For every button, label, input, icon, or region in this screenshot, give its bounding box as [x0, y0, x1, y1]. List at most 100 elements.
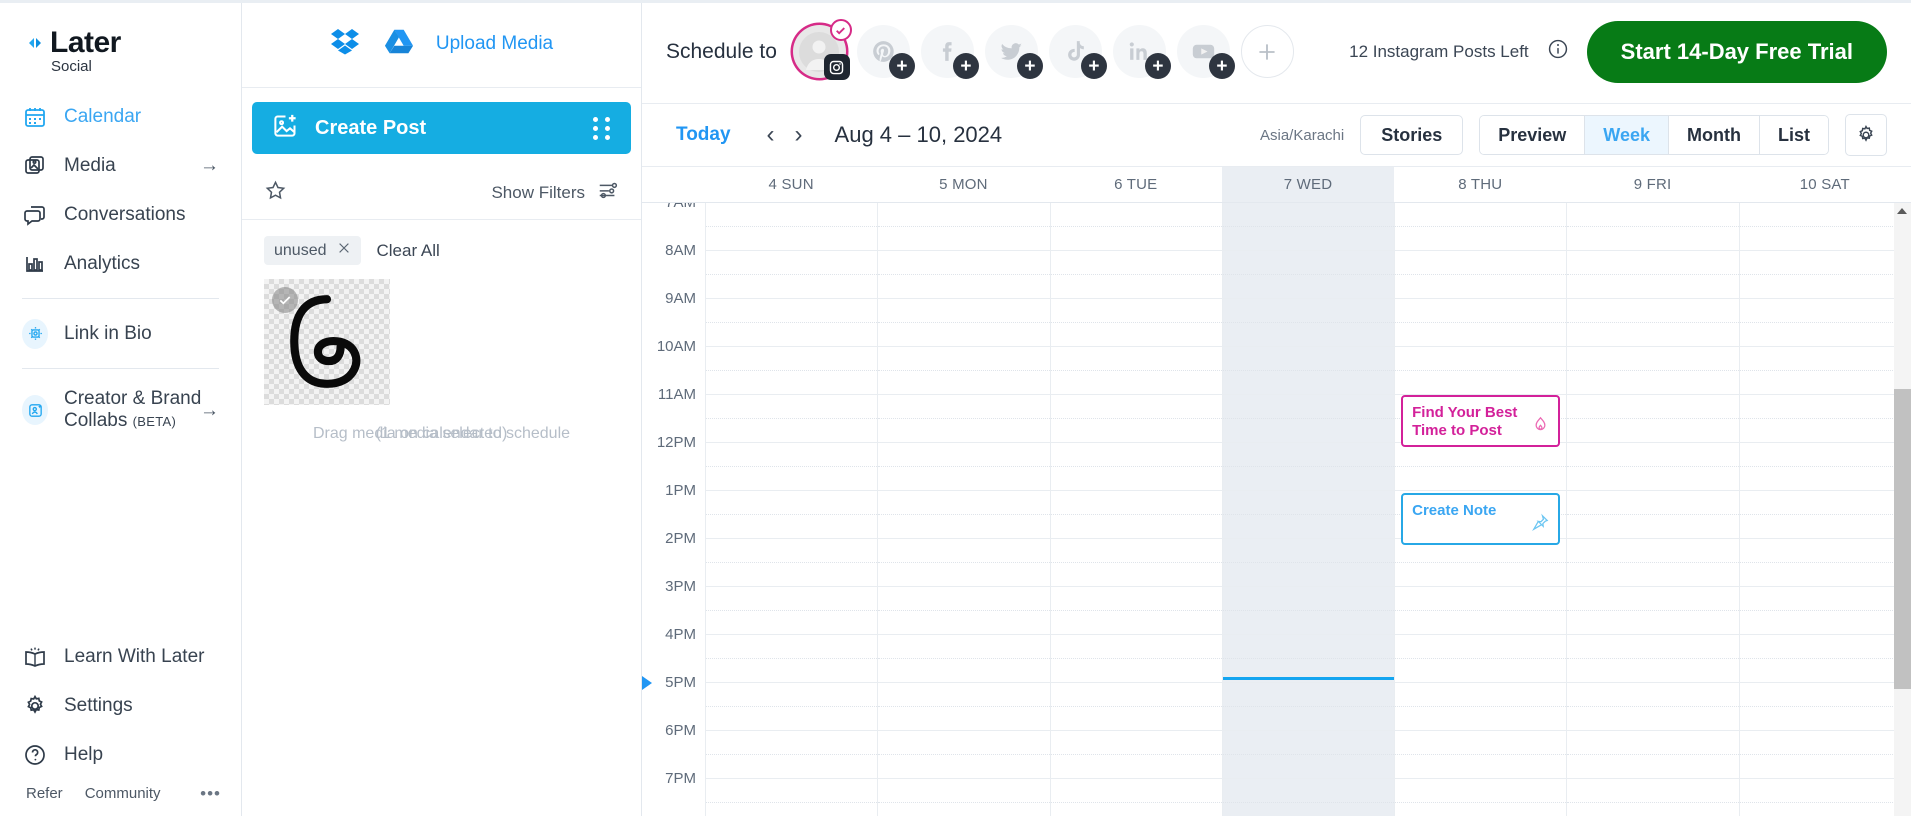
calendar-settings-button[interactable] [1845, 114, 1887, 157]
time-slot[interactable] [1222, 203, 1395, 251]
close-icon[interactable] [337, 241, 351, 260]
time-slot[interactable] [1395, 587, 1567, 635]
time-slot[interactable] [706, 779, 878, 816]
time-slot[interactable] [1567, 539, 1739, 587]
time-slot[interactable] [706, 683, 878, 731]
dropbox-icon[interactable] [330, 25, 362, 62]
sidebar-item-conversations[interactable]: Conversations [0, 190, 241, 239]
time-slot[interactable] [1739, 491, 1911, 539]
time-slot[interactable] [1395, 299, 1567, 347]
time-slot[interactable] [706, 203, 878, 251]
time-slot[interactable] [1739, 779, 1911, 816]
time-slot[interactable] [1050, 443, 1223, 491]
time-slot[interactable] [1395, 347, 1567, 395]
time-slot[interactable] [1050, 395, 1223, 443]
time-slot[interactable] [706, 635, 878, 683]
time-slot[interactable] [1567, 587, 1739, 635]
time-slot[interactable] [1567, 683, 1739, 731]
day-column-sat[interactable] [1738, 202, 1911, 816]
time-slot[interactable] [878, 299, 1050, 347]
time-slot[interactable] [1050, 491, 1223, 539]
time-slot[interactable] [706, 587, 878, 635]
sidebar-item-analytics[interactable]: Analytics [0, 239, 241, 288]
day-column-tue[interactable] [1049, 202, 1223, 816]
time-slot[interactable] [1567, 203, 1739, 251]
time-slot[interactable] [706, 251, 878, 299]
account-facebook[interactable]: + [920, 25, 979, 80]
sidebar-item-calendar[interactable]: Calendar [0, 92, 241, 141]
time-slot[interactable] [878, 251, 1050, 299]
day-header-mon[interactable]: 5 MON [877, 167, 1049, 201]
time-slot[interactable] [1222, 251, 1395, 299]
time-slot[interactable] [706, 539, 878, 587]
show-filters-button[interactable]: Show Filters [491, 179, 619, 206]
day-column-fri[interactable] [1566, 202, 1739, 816]
time-slot[interactable] [1739, 539, 1911, 587]
sidebar-item-settings[interactable]: Settings [0, 681, 241, 730]
app-logo[interactable]: Later Social [0, 0, 241, 92]
time-slot[interactable] [878, 587, 1050, 635]
time-slot[interactable] [1567, 395, 1739, 443]
sidebar-item-learn-with-later[interactable]: Learn With Later [0, 632, 241, 681]
time-slot[interactable] [878, 539, 1050, 587]
time-slot[interactable] [706, 299, 878, 347]
time-slot[interactable] [1567, 347, 1739, 395]
time-slot[interactable] [1739, 299, 1911, 347]
time-slot[interactable] [1222, 587, 1395, 635]
day-header-sun[interactable]: 4 SUN [705, 167, 877, 201]
info-icon[interactable] [1547, 38, 1569, 65]
account-linkedin[interactable]: + [1112, 25, 1171, 80]
account-pinterest[interactable]: + [856, 25, 915, 80]
time-slot[interactable] [1222, 347, 1395, 395]
time-slot[interactable] [1395, 635, 1567, 683]
event-card-best-time[interactable]: Find Your Best Time to Post [1401, 394, 1561, 447]
drag-handle-icon[interactable] [593, 116, 611, 140]
time-slot[interactable] [1567, 443, 1739, 491]
stories-button[interactable]: Stories [1360, 115, 1464, 156]
time-slot[interactable] [1050, 587, 1223, 635]
time-slot[interactable] [1050, 731, 1223, 779]
create-post-button[interactable]: Create Post [252, 102, 631, 154]
time-slot[interactable] [1739, 347, 1911, 395]
time-slot[interactable] [1050, 347, 1223, 395]
time-slot[interactable] [1567, 251, 1739, 299]
sidebar-item-creator-brand-collabs[interactable]: Creator & Brand Collabs (BETA) → [0, 379, 241, 441]
time-slot[interactable] [1739, 635, 1911, 683]
time-slot[interactable] [1222, 395, 1395, 443]
time-slot[interactable] [878, 731, 1050, 779]
start-free-trial-button[interactable]: Start 14-Day Free Trial [1586, 20, 1887, 83]
account-twitter[interactable]: + [984, 25, 1043, 80]
calendar-scrollbar[interactable] [1894, 202, 1911, 816]
time-slot[interactable] [1395, 731, 1567, 779]
time-slot[interactable] [1222, 443, 1395, 491]
day-header-sat[interactable]: 10 SAT [1739, 167, 1911, 201]
time-slot[interactable] [706, 731, 878, 779]
time-slot[interactable] [1222, 779, 1395, 816]
time-slot[interactable] [1222, 491, 1395, 539]
clear-all-button[interactable]: Clear All [377, 241, 440, 261]
time-slot[interactable] [706, 347, 878, 395]
time-slot[interactable] [1050, 539, 1223, 587]
time-slot[interactable] [1222, 635, 1395, 683]
time-slot[interactable] [1567, 299, 1739, 347]
scroll-up-arrow-icon[interactable] [1897, 207, 1907, 214]
star-icon[interactable] [264, 179, 287, 207]
filter-chip-unused[interactable]: unused [264, 236, 361, 265]
media-thumbnail[interactable] [264, 279, 390, 405]
event-card-create-note[interactable]: Create Note [1401, 492, 1561, 545]
time-slot[interactable] [1567, 491, 1739, 539]
add-account-button[interactable] [1240, 25, 1294, 79]
view-week[interactable]: Week [1585, 116, 1669, 155]
time-slot[interactable] [1567, 731, 1739, 779]
day-column-wed[interactable] [1221, 202, 1395, 816]
day-header-wed[interactable]: 7 WED [1221, 167, 1395, 202]
day-column-thu[interactable]: Find Your Best Time to Post Create Note [1394, 202, 1567, 816]
time-slot[interactable] [1395, 251, 1567, 299]
google-drive-icon[interactable] [384, 26, 414, 61]
time-slot[interactable] [1739, 251, 1911, 299]
day-header-thu[interactable]: 8 THU [1394, 167, 1566, 201]
account-instagram[interactable] [792, 19, 852, 81]
today-button[interactable]: Today [676, 124, 731, 146]
time-slot[interactable] [878, 635, 1050, 683]
account-youtube[interactable]: + [1176, 25, 1235, 80]
